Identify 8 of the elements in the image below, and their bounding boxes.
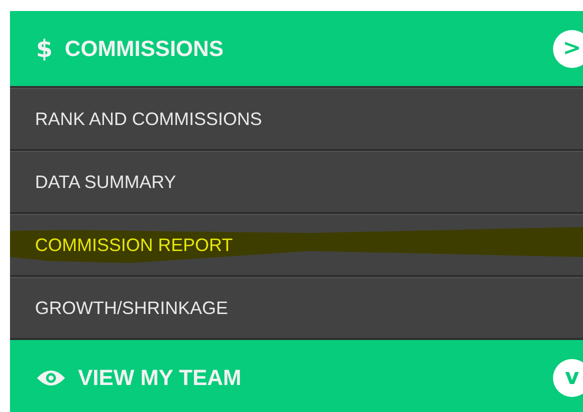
section-title: COMMISSIONS [64,36,225,62]
section-title: VIEW MY TEAM [78,364,242,390]
menu-item[interactable]: RANK AND COMMISSIONS [10,88,583,151]
menu-item[interactable]: COMMISSION REPORT [10,214,583,277]
eye-icon [36,368,66,386]
section-symbol: $ [36,34,53,62]
menu-item[interactable]: DATA SUMMARY [10,151,583,214]
menu-item[interactable]: GROWTH/SHRINKAGE [10,277,583,340]
